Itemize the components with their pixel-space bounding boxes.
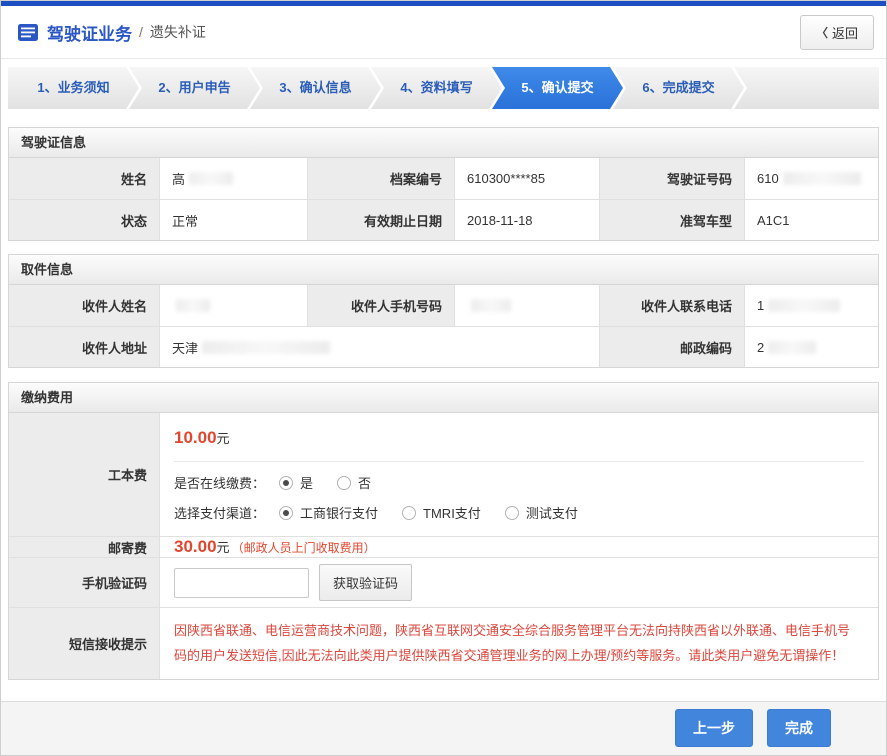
radio-online-pay-yes-label: 是 bbox=[300, 473, 313, 492]
file-no-value: 610300****85 bbox=[454, 158, 599, 199]
list-form-icon bbox=[18, 24, 38, 41]
mail-fee-note: （邮政人员上门收取费用） bbox=[232, 541, 376, 555]
redacted-blur bbox=[471, 299, 511, 312]
fee-unit: 元 bbox=[217, 431, 230, 446]
radio-channel-tmri[interactable]: TMRI支付 bbox=[402, 503, 481, 522]
captcha-label: 手机验证码 bbox=[9, 557, 159, 607]
online-pay-caption: 是否在线缴费： bbox=[174, 473, 265, 492]
name-value: 高 bbox=[159, 158, 307, 199]
captcha-cell: 获取验证码 bbox=[159, 557, 878, 607]
get-captcha-button[interactable]: 获取验证码 bbox=[319, 564, 412, 601]
radio-online-pay-yes[interactable]: 是 bbox=[279, 473, 313, 492]
expiry-label: 有效期止日期 bbox=[307, 199, 454, 240]
sms-tip-text: 因陕西省联通、电信运营商技术问题，陕西省互联网交通安全综合服务管理平台无法向持陕… bbox=[160, 608, 878, 679]
mail-fee-cell: 30.00元（邮政人员上门收取费用） bbox=[159, 536, 878, 557]
redacted-blur bbox=[768, 299, 840, 312]
license-no-value: 610 bbox=[744, 158, 878, 199]
production-fee-cell: 10.00元 是否在线缴费： 是 否 选择支付渠道： 工商银行支付 TMRI支付… bbox=[159, 413, 878, 536]
step-4-fill-data: 4、资料填写 bbox=[371, 67, 502, 109]
file-no-label: 档案编号 bbox=[307, 158, 454, 199]
postcode-label: 邮政编码 bbox=[599, 326, 744, 367]
mail-fee-amount-line: 30.00元（邮政人员上门收取费用） bbox=[160, 537, 390, 557]
recipient-mobile-value bbox=[454, 285, 599, 326]
breadcrumb-current: 遗失补证 bbox=[150, 22, 206, 42]
radio-dot-icon bbox=[402, 506, 416, 520]
address-label: 收件人地址 bbox=[9, 326, 159, 367]
recipient-phone-value: 1 bbox=[744, 285, 878, 326]
redacted-blur bbox=[202, 341, 330, 354]
mail-fee-amount: 30.00 bbox=[174, 537, 217, 556]
step-wizard: 1、业务须知 2、用户申告 3、确认信息 4、资料填写 5、确认提交 6、完成提… bbox=[8, 67, 879, 109]
sms-tip-cell: 因陕西省联通、电信运营商技术问题，陕西省互联网交通安全综合服务管理平台无法向持陕… bbox=[159, 607, 878, 679]
address-value: 天津 bbox=[159, 326, 599, 367]
redacted-blur bbox=[783, 172, 861, 185]
section-pickup-title: 取件信息 bbox=[9, 255, 878, 285]
vehicle-type-label: 准驾车型 bbox=[599, 199, 744, 240]
step-3-confirm-info: 3、确认信息 bbox=[250, 67, 381, 109]
step-2-user-declaration: 2、用户申告 bbox=[129, 67, 260, 109]
section-payment: 缴纳费用 工本费 10.00元 是否在线缴费： 是 否 选择支付渠道： 工商银行… bbox=[8, 382, 879, 680]
status-value: 正常 bbox=[159, 199, 307, 240]
recipient-name-value bbox=[159, 285, 307, 326]
status-label: 状态 bbox=[9, 199, 159, 240]
sms-tip-label: 短信接收提示 bbox=[9, 607, 159, 679]
redacted-blur bbox=[176, 299, 210, 312]
breadcrumb-separator: / bbox=[139, 24, 143, 40]
mail-fee-label: 邮寄费 bbox=[9, 536, 159, 557]
redacted-blur bbox=[189, 172, 233, 185]
radio-dot-icon bbox=[279, 476, 293, 490]
recipient-mobile-label: 收件人手机号码 bbox=[307, 285, 454, 326]
radio-dot-icon bbox=[279, 506, 293, 520]
section-payment-title: 缴纳费用 bbox=[9, 383, 878, 413]
fee-unit: 元 bbox=[217, 540, 230, 555]
step-5-confirm-submit-active: 5、确认提交 bbox=[492, 67, 623, 109]
production-fee-label: 工本费 bbox=[9, 413, 159, 536]
license-no-label: 驾驶证号码 bbox=[599, 158, 744, 199]
radio-dot-icon bbox=[505, 506, 519, 520]
radio-dot-icon bbox=[337, 476, 351, 490]
step-wizard-tail bbox=[734, 67, 879, 109]
expiry-value: 2018-11-18 bbox=[454, 199, 599, 240]
radio-online-pay-no-label: 否 bbox=[358, 473, 371, 492]
finish-button[interactable]: 完成 bbox=[767, 709, 831, 747]
radio-online-pay-no[interactable]: 否 bbox=[337, 473, 371, 492]
license-info-table: 姓名 高 档案编号 610300****85 驾驶证号码 610 状态 正常 有… bbox=[9, 158, 878, 240]
page: 驾驶证业务 / 遗失补证 〈 返回 1、业务须知 2、用户申告 3、确认信息 4… bbox=[0, 0, 887, 756]
section-pickup-info: 取件信息 收件人姓名 收件人手机号码 收件人联系电话 1 收件人地址 天津 邮政… bbox=[8, 254, 879, 368]
back-button[interactable]: 〈 返回 bbox=[800, 15, 874, 50]
previous-step-button[interactable]: 上一步 bbox=[675, 709, 753, 747]
back-button-label: 返回 bbox=[832, 23, 858, 42]
section-license-title: 驾驶证信息 bbox=[9, 128, 878, 158]
radio-channel-tmri-label: TMRI支付 bbox=[423, 503, 481, 522]
captcha-input[interactable] bbox=[174, 568, 309, 598]
section-license-info: 驾驶证信息 姓名 高 档案编号 610300****85 驾驶证号码 610 状… bbox=[8, 127, 879, 241]
postcode-value: 2 bbox=[744, 326, 878, 367]
chevron-left-icon: 〈 bbox=[816, 24, 828, 41]
production-fee-amount: 10.00 bbox=[174, 428, 217, 447]
recipient-phone-label: 收件人联系电话 bbox=[599, 285, 744, 326]
production-fee-amount-line: 10.00元 bbox=[160, 413, 878, 461]
page-title: 驾驶证业务 bbox=[47, 20, 132, 45]
pickup-info-table: 收件人姓名 收件人手机号码 收件人联系电话 1 收件人地址 天津 邮政编码 2 bbox=[9, 285, 878, 367]
step-1-business-notice: 1、业务须知 bbox=[8, 67, 139, 109]
redacted-blur bbox=[768, 341, 816, 354]
online-pay-row: 是否在线缴费： 是 否 bbox=[160, 462, 878, 492]
radio-channel-test[interactable]: 测试支付 bbox=[505, 503, 578, 522]
radio-channel-test-label: 测试支付 bbox=[526, 503, 578, 522]
footer-action-bar: 上一步 完成 bbox=[1, 701, 886, 755]
pay-channel-caption: 选择支付渠道： bbox=[174, 503, 265, 522]
recipient-name-label: 收件人姓名 bbox=[9, 285, 159, 326]
header: 驾驶证业务 / 遗失补证 〈 返回 bbox=[1, 6, 886, 59]
payment-table: 工本费 10.00元 是否在线缴费： 是 否 选择支付渠道： 工商银行支付 TM… bbox=[9, 413, 878, 679]
pay-channel-row: 选择支付渠道： 工商银行支付 TMRI支付 测试支付 bbox=[160, 492, 878, 536]
radio-channel-icbc[interactable]: 工商银行支付 bbox=[279, 503, 378, 522]
step-6-complete-submit: 6、完成提交 bbox=[613, 67, 744, 109]
name-label: 姓名 bbox=[9, 158, 159, 199]
vehicle-type-value: A1C1 bbox=[744, 199, 878, 240]
radio-channel-icbc-label: 工商银行支付 bbox=[300, 503, 378, 522]
